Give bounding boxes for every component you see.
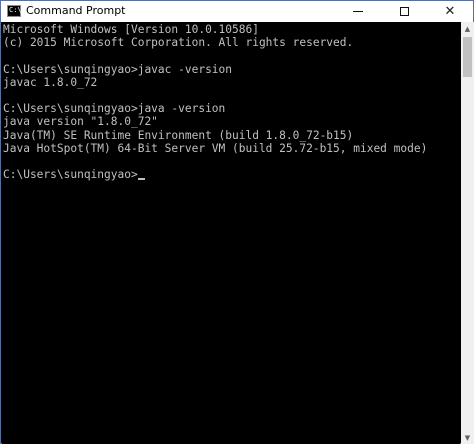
title-bar[interactable]: C:\ Command Prompt ✕ <box>1 1 473 22</box>
console-line: javac 1.8.0_72 <box>3 75 98 89</box>
console-line: C:\Users\sunqingyao>javac -version <box>3 62 233 76</box>
cmd-icon[interactable]: C:\ <box>7 5 22 17</box>
console-line: java version "1.8.0_72" <box>3 115 158 129</box>
minimize-icon <box>353 11 363 12</box>
window-title: Command Prompt <box>26 4 126 17</box>
close-button[interactable]: ✕ <box>427 1 473 22</box>
close-icon: ✕ <box>444 4 456 19</box>
console-line: Microsoft Windows [Version 10.0.10586] <box>3 23 259 36</box>
console-prompt-line[interactable]: C:\Users\sunqingyao> <box>3 168 427 181</box>
minimize-button[interactable] <box>335 1 381 22</box>
cmd-icon-text: C:\ <box>9 6 22 14</box>
console-output[interactable]: Microsoft Windows [Version 10.0.10586] (… <box>2 22 460 444</box>
maximize-button[interactable] <box>381 1 427 22</box>
console-line: Java HotSpot(TM) 64-Bit Server VM (build… <box>3 141 428 155</box>
console-line: C:\Users\sunqingyao>java -version <box>3 102 226 116</box>
scrollbar-thumb[interactable] <box>463 37 472 77</box>
scroll-up-arrow-icon[interactable]: ▲ <box>461 22 474 35</box>
maximize-icon <box>399 7 409 16</box>
command-prompt-window: C:\ Command Prompt ✕ Microsoft Windows [… <box>0 0 474 444</box>
console-line: Java(TM) SE Runtime Environment (build 1… <box>3 128 354 142</box>
text-cursor <box>137 178 145 181</box>
console-prompt: C:\Users\sunqingyao> <box>3 168 138 182</box>
scroll-down-arrow-icon[interactable]: ▼ <box>461 431 474 444</box>
vertical-scrollbar[interactable]: ▲ ▼ <box>461 22 474 444</box>
console-line: (c) 2015 Microsoft Corporation. All righ… <box>3 36 354 50</box>
